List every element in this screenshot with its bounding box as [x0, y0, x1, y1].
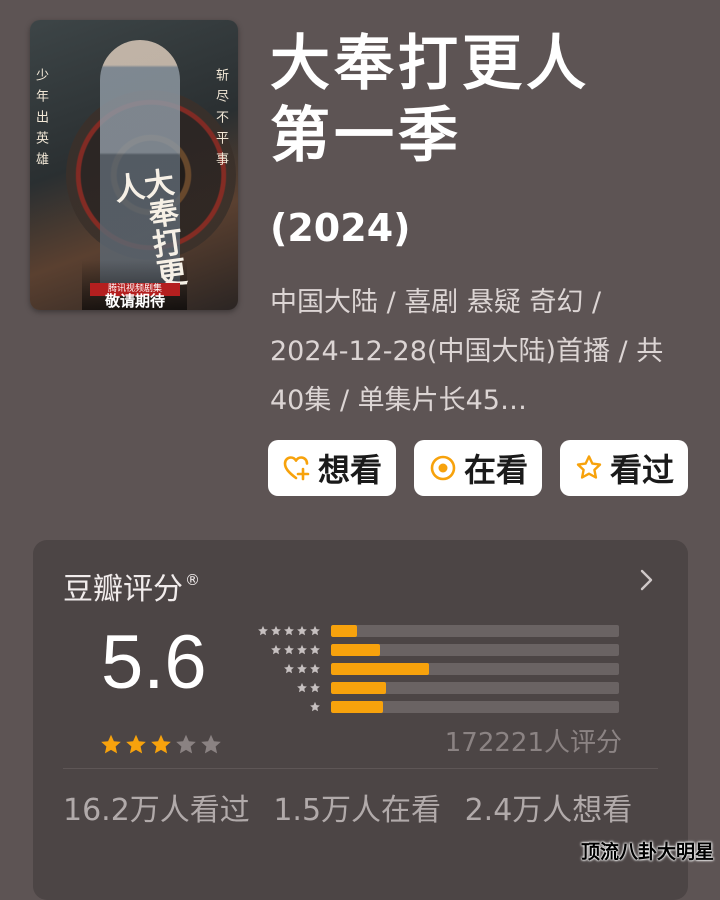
distribution-bar-fill — [331, 643, 380, 656]
watched-button[interactable]: 看过 — [560, 440, 688, 496]
action-bar: 想看 在看 看过 — [268, 440, 688, 496]
distribution-star-label — [247, 644, 321, 656]
rating-title-text: 豆瓣评分 — [63, 572, 183, 607]
distribution-star-label — [247, 701, 321, 713]
watch-stats: 16.2万人看过 1.5万人在看 2.4万人想看 — [63, 793, 633, 828]
page-title: 大奉打更人 第一季 — [270, 28, 590, 172]
score-stars — [99, 733, 223, 757]
poster-right-text: 斩尽不平事 — [213, 68, 228, 173]
show-meta: 中国大陆 / 喜剧 悬疑 奇幻 / 2024-12-28(中国大陆)首播 / 共… — [270, 287, 664, 416]
star-filled-icon — [151, 734, 171, 754]
small-star-icon — [297, 625, 307, 635]
small-star-icon — [284, 644, 294, 654]
distribution-row-2-star — [247, 678, 619, 697]
small-star-icon — [271, 625, 281, 635]
poster-image[interactable]: 少年出英雄 斩尽不平事 大奉打更人 腾讯视频剧集 敬请期待 — [30, 20, 238, 310]
poster-coming-soon: 敬请期待 — [104, 292, 165, 310]
star-outline-icon — [576, 455, 602, 479]
small-star-icon — [310, 663, 320, 673]
registered-mark: ® — [185, 571, 200, 589]
distribution-bar-track — [331, 624, 619, 637]
rating-count: 172221人评分 — [444, 728, 622, 758]
small-star-icon — [258, 625, 268, 635]
release-year: (2024) — [270, 206, 411, 250]
star-empty-icon — [176, 734, 196, 754]
title-line-1: 大奉打更人 — [270, 29, 590, 99]
target-circle-icon — [430, 455, 456, 481]
distribution-bar-fill — [331, 681, 386, 694]
rating-score: 5.6 — [101, 620, 207, 705]
small-star-icon — [271, 644, 281, 654]
distribution-bar-fill — [331, 662, 429, 675]
distribution-row-5-star — [247, 621, 619, 640]
distribution-bar-track — [331, 681, 619, 694]
want-to-watch-button[interactable]: 想看 — [268, 440, 396, 496]
distribution-bar-fill — [331, 700, 383, 713]
small-star-icon — [297, 644, 307, 654]
star-filled-icon — [101, 734, 121, 754]
distribution-row-3-star — [247, 659, 619, 678]
small-star-icon — [284, 663, 294, 673]
small-star-icon — [310, 701, 320, 711]
distribution-star-label — [247, 625, 321, 637]
distribution-row-4-star — [247, 640, 619, 659]
want-to-watch-label: 想看 — [317, 451, 382, 489]
distribution-star-label — [247, 663, 321, 675]
small-star-icon — [284, 625, 294, 635]
small-star-icon — [310, 682, 320, 692]
watching-button[interactable]: 在看 — [414, 440, 542, 496]
watching-label: 在看 — [463, 451, 528, 489]
rating-divider — [63, 768, 658, 769]
small-star-icon — [310, 625, 320, 635]
title-line-2: 第一季 — [270, 101, 462, 171]
distribution-row-1-star — [247, 697, 619, 716]
distribution-star-label — [247, 682, 321, 694]
star-filled-icon — [126, 734, 146, 754]
rating-card-title: 豆瓣评分 ® — [63, 564, 200, 608]
distribution-bar-track — [331, 700, 619, 713]
chevron-right-icon[interactable] — [634, 568, 658, 592]
small-star-icon — [310, 644, 320, 654]
heart-plus-icon — [283, 456, 310, 481]
distribution-bar-fill — [331, 624, 357, 637]
small-star-icon — [297, 682, 307, 692]
star-empty-icon — [201, 734, 221, 754]
poster-left-text: 少年出英雄 — [33, 68, 48, 173]
distribution-bar-track — [331, 662, 619, 675]
small-star-icon — [297, 663, 307, 673]
watched-label: 看过 — [609, 451, 674, 489]
watermark: 顶流八卦大明星 — [580, 841, 714, 863]
rating-distribution — [247, 621, 619, 716]
distribution-bar-track — [331, 643, 619, 656]
